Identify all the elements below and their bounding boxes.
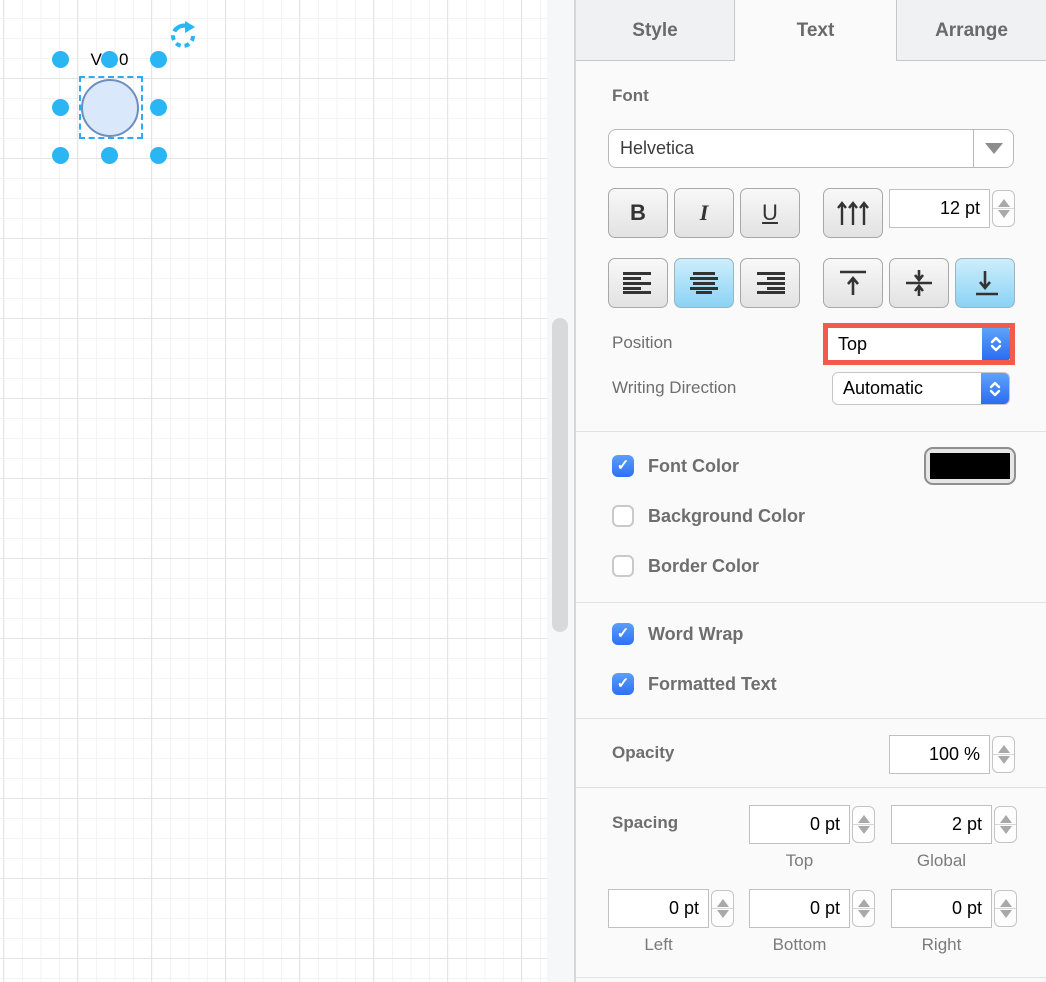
rotate-clockwise-icon[interactable]	[168, 21, 198, 51]
border-color-row: Border Color	[612, 555, 759, 577]
underline-button-label: U	[762, 200, 778, 226]
valign-middle-button[interactable]	[889, 258, 949, 308]
position-label: Position	[612, 333, 672, 353]
align-left-button[interactable]	[608, 258, 668, 308]
canvas-scrollbar-thumb[interactable]	[552, 318, 568, 632]
word-wrap-checkbox[interactable]	[612, 623, 634, 645]
position-value: Top	[828, 334, 982, 355]
bold-button-label: B	[630, 200, 646, 226]
font-size-input[interactable]	[889, 189, 990, 228]
section-divider	[576, 602, 1046, 603]
align-right-button[interactable]	[740, 258, 800, 308]
section-divider	[576, 431, 1046, 432]
canvas-scrollbar-track[interactable]	[547, 0, 574, 982]
selection-handle-w[interactable]	[52, 99, 69, 116]
bold-button[interactable]: B	[608, 188, 668, 238]
selection-handle-e[interactable]	[150, 99, 167, 116]
border-color-checkbox[interactable]	[612, 555, 634, 577]
font-color-label: Font Color	[648, 456, 739, 477]
spacing-bottom-input[interactable]	[749, 889, 850, 928]
tab-text[interactable]: Text	[735, 0, 897, 61]
selection-handle-s[interactable]	[101, 147, 118, 164]
valign-top-button[interactable]	[823, 258, 883, 308]
writing-direction-label: Writing Direction	[612, 378, 736, 398]
spacing-global-input[interactable]	[891, 805, 992, 844]
italic-button[interactable]: I	[674, 188, 734, 238]
spacing-bottom-label: Bottom	[749, 935, 850, 955]
align-right-icon	[755, 272, 785, 294]
word-wrap-row: Word Wrap	[612, 623, 743, 645]
position-select[interactable]: Top	[828, 328, 1010, 360]
selection-handle-nw[interactable]	[52, 51, 69, 68]
selection-handle-sw[interactable]	[52, 147, 69, 164]
spacing-left-label: Left	[608, 935, 709, 955]
three-up-arrows-icon	[836, 199, 870, 227]
spacing-global-label: Global	[891, 851, 992, 871]
spacing-section-title: Spacing	[612, 813, 678, 833]
valign-middle-icon	[904, 269, 934, 297]
section-divider	[576, 718, 1046, 719]
spacing-right-input[interactable]	[891, 889, 992, 928]
spacing-top-label: Top	[749, 851, 850, 871]
spacing-top-stepper[interactable]	[852, 806, 875, 843]
formatted-text-checkbox[interactable]	[612, 673, 634, 695]
spacing-right-stepper[interactable]	[994, 890, 1017, 927]
font-section-title: Font	[612, 86, 649, 106]
valign-bottom-icon	[970, 269, 1000, 297]
font-color-checkbox[interactable]	[612, 455, 634, 477]
background-color-checkbox[interactable]	[612, 505, 634, 527]
align-left-icon	[623, 272, 653, 294]
opacity-label: Opacity	[612, 743, 674, 763]
format-panel: Style Text Arrange Font Helvetica B I U	[574, 0, 1046, 982]
formatted-text-row: Formatted Text	[612, 673, 777, 695]
selection-handle-n[interactable]	[101, 51, 118, 68]
section-divider	[576, 787, 1046, 788]
writing-direction-value: Automatic	[833, 378, 981, 399]
valign-top-icon	[838, 269, 868, 297]
italic-button-label: I	[700, 200, 709, 226]
font-color-swatch[interactable]	[924, 447, 1016, 485]
word-wrap-label: Word Wrap	[648, 624, 743, 645]
position-highlight: Top	[823, 323, 1015, 365]
spacing-bottom-stepper[interactable]	[852, 890, 875, 927]
format-tabs: Style Text Arrange	[576, 0, 1046, 61]
spacing-left-input[interactable]	[608, 889, 709, 928]
background-color-label: Background Color	[648, 506, 805, 527]
opacity-stepper[interactable]	[992, 736, 1015, 773]
section-divider	[576, 977, 1046, 978]
background-color-row: Background Color	[612, 505, 805, 527]
font-family-value: Helvetica	[609, 138, 973, 159]
selection-handle-ne[interactable]	[150, 51, 167, 68]
selection-outline	[79, 76, 143, 139]
opacity-input[interactable]	[889, 735, 990, 774]
drawio-window: V1.0 Style Text Arrange Font	[0, 0, 1046, 982]
chevron-up-down-icon	[981, 373, 1009, 404]
writing-direction-select[interactable]: Automatic	[832, 372, 1010, 405]
border-color-label: Border Color	[648, 556, 759, 577]
vertical-text-button[interactable]	[823, 188, 883, 238]
selection-handle-se[interactable]	[150, 147, 167, 164]
spacing-left-stepper[interactable]	[711, 890, 734, 927]
chevron-up-down-icon	[982, 328, 1010, 360]
diagram-canvas[interactable]: V1.0	[0, 0, 547, 982]
font-size-stepper[interactable]	[992, 190, 1015, 227]
caret-down-icon[interactable]	[973, 130, 1013, 167]
font-family-select[interactable]: Helvetica	[608, 129, 1014, 168]
spacing-top-input[interactable]	[749, 805, 850, 844]
align-center-icon	[689, 272, 719, 294]
spacing-right-label: Right	[891, 935, 992, 955]
align-center-button[interactable]	[674, 258, 734, 308]
font-color-row: Font Color	[612, 455, 739, 477]
spacing-global-stepper[interactable]	[994, 806, 1017, 843]
underline-button[interactable]: U	[740, 188, 800, 238]
formatted-text-label: Formatted Text	[648, 674, 777, 695]
tab-arrange[interactable]: Arrange	[897, 0, 1046, 61]
font-color-swatch-fill	[930, 453, 1010, 479]
tab-style[interactable]: Style	[576, 0, 735, 61]
valign-bottom-button[interactable]	[955, 258, 1015, 308]
